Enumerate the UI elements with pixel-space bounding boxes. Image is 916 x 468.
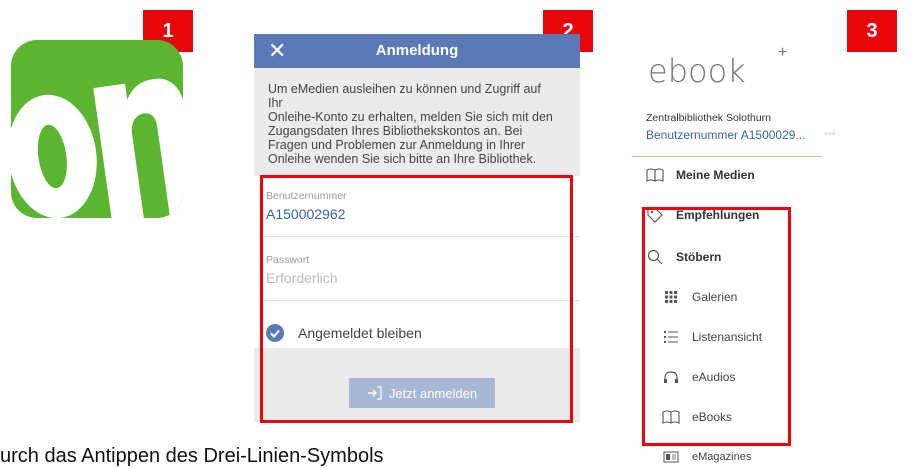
menu-item-label: eMagazines bbox=[692, 451, 752, 463]
highlight-frame bbox=[642, 207, 791, 446]
menu-item-meine-medien[interactable]: Meine Medien bbox=[646, 168, 755, 182]
caption-text: urch das Antippen des Drei-Linien-Symbol… bbox=[0, 445, 384, 467]
ebook-logo: ebook bbox=[648, 52, 746, 90]
onleihe-app-icon[interactable] bbox=[11, 40, 183, 218]
intro-line: Onleihe-Konto zu erhalten, melden Sie si… bbox=[268, 110, 553, 124]
divider bbox=[632, 156, 822, 157]
login-intro-text: Um eMedien ausleihen zu können und Zugri… bbox=[268, 82, 558, 166]
intro-line: Onleihe wenden Sie sich bitte an Ihre Bi… bbox=[268, 152, 537, 166]
ebook-logo-plus: + bbox=[778, 44, 788, 61]
magazine-icon bbox=[662, 450, 680, 464]
menu-item-label: Meine Medien bbox=[676, 168, 755, 182]
account-user-number[interactable]: Benutzernummer A1500029... bbox=[646, 128, 805, 142]
login-header: ✕ Anmeldung bbox=[254, 34, 580, 68]
more-icon[interactable]: ◦◦◦ bbox=[824, 128, 836, 140]
library-name: Zentralbibliothek Solothurn bbox=[646, 112, 771, 124]
menu-item-emagazines[interactable]: eMagazines bbox=[662, 450, 751, 464]
intro-line: Fragen und Problemen zur Anmeldung in Ih… bbox=[268, 138, 526, 152]
intro-line: Um eMedien ausleihen zu können und Zugri… bbox=[268, 82, 541, 110]
highlight-frame bbox=[260, 175, 573, 423]
login-title: Anmeldung bbox=[375, 42, 459, 59]
onleihe-logo-icon bbox=[11, 78, 183, 218]
intro-line: Zugangsdaten Ihres Bibliothekskontos an.… bbox=[268, 124, 523, 138]
book-icon bbox=[646, 168, 664, 182]
